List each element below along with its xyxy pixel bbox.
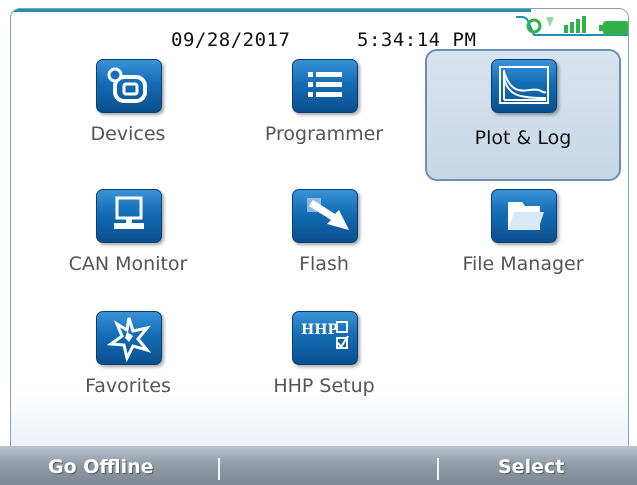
app-label: CAN Monitor: [68, 253, 188, 275]
app-plot-and-log[interactable]: Plot & Log: [425, 49, 621, 181]
app-file-manager[interactable]: File Manager: [425, 187, 621, 307]
app-devices[interactable]: Devices: [33, 57, 223, 177]
select-button[interactable]: Select: [498, 456, 564, 478]
list-icon: [292, 59, 358, 113]
app-label: Flash: [299, 253, 349, 275]
battery-icon: [599, 21, 628, 35]
app-can-monitor[interactable]: CAN Monitor: [33, 187, 223, 307]
device-screen: 09/28/2017 5:34:14 PM Devices Programmer…: [10, 8, 629, 479]
app-favorites[interactable]: Favorites: [33, 309, 223, 429]
app-programmer[interactable]: Programmer: [229, 57, 419, 177]
star-icon: [96, 311, 162, 365]
app-label: File Manager: [462, 253, 584, 275]
app-hhp-setup[interactable]: HHP HHP Setup: [229, 309, 419, 429]
status-date: 09/28/2017: [171, 29, 291, 51]
folder-icon: [491, 189, 557, 243]
status-time: 5:34:14 PM: [357, 29, 477, 51]
devices-icon: [96, 59, 162, 113]
app-label: HHP Setup: [273, 375, 375, 397]
flash-arrow-icon: [292, 189, 358, 243]
status-bar: 09/28/2017 5:34:14 PM: [11, 13, 628, 53]
monitor-icon: [96, 189, 162, 243]
svg-text:HHP: HHP: [301, 322, 338, 338]
softkey-divider: [218, 458, 220, 480]
app-flash[interactable]: Flash: [229, 187, 419, 307]
softkey-bar: Go Offline Select: [0, 446, 637, 485]
chart-icon: [491, 59, 557, 113]
app-label: Plot & Log: [474, 127, 572, 149]
hhp-setup-icon: HHP: [292, 311, 358, 365]
go-offline-button[interactable]: Go Offline: [48, 456, 154, 478]
softkey-divider: [437, 458, 439, 480]
app-label: Favorites: [85, 375, 171, 397]
top-accent-line: [11, 9, 531, 12]
app-label: Programmer: [264, 123, 384, 145]
app-label: Devices: [90, 123, 166, 145]
